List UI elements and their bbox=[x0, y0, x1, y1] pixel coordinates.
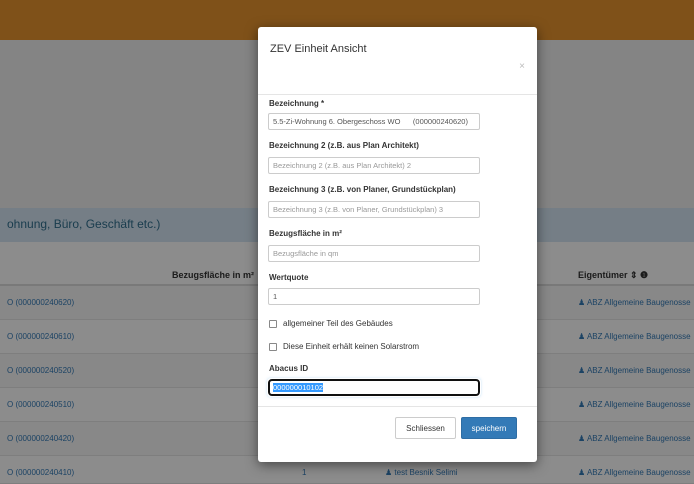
wertquote-input[interactable] bbox=[268, 288, 480, 305]
bezeichnung-3-input[interactable] bbox=[268, 201, 480, 218]
close-icon[interactable]: × bbox=[519, 61, 525, 72]
label-bezeichnung-3: Bezeichnung 3 (z.B. von Planer, Grundstü… bbox=[269, 185, 456, 194]
save-button[interactable]: speichern bbox=[461, 417, 517, 439]
checkbox-row-allgemein[interactable]: allgemeiner Teil des Gebäudes bbox=[269, 319, 393, 328]
checkbox-row-solar[interactable]: Diese Einheit erhält keinen Solarstrom bbox=[269, 342, 419, 351]
solar-checkbox-label: Diese Einheit erhält keinen Solarstrom bbox=[283, 342, 420, 351]
allgemein-checkbox[interactable] bbox=[269, 319, 277, 328]
label-bezeichnung: Bezeichnung * bbox=[269, 99, 325, 108]
close-button[interactable]: Schliessen bbox=[395, 417, 456, 439]
footer-divider bbox=[258, 406, 537, 407]
solar-checkbox[interactable] bbox=[269, 342, 277, 351]
modal-title: ZEV Einheit Ansicht bbox=[270, 43, 367, 55]
zev-unit-modal: ZEV Einheit Ansicht × Bezeichnung * Beze… bbox=[258, 27, 537, 462]
label-abacus: Abacus ID bbox=[269, 364, 309, 373]
bezeichnung-input[interactable] bbox=[268, 113, 480, 130]
abacus-id-input[interactable] bbox=[267, 378, 481, 397]
allgemein-checkbox-label: allgemeiner Teil des Gebäudes bbox=[283, 319, 393, 328]
flaeche-input[interactable] bbox=[268, 245, 480, 262]
label-bezeichnung-2: Bezeichnung 2 (z.B. aus Plan Architekt) bbox=[269, 141, 419, 150]
label-flaeche: Bezugsfläche in m² bbox=[269, 229, 342, 238]
label-wertquote: Wertquote bbox=[269, 273, 309, 282]
bezeichnung-2-input[interactable] bbox=[268, 157, 480, 174]
header-divider bbox=[258, 94, 537, 95]
